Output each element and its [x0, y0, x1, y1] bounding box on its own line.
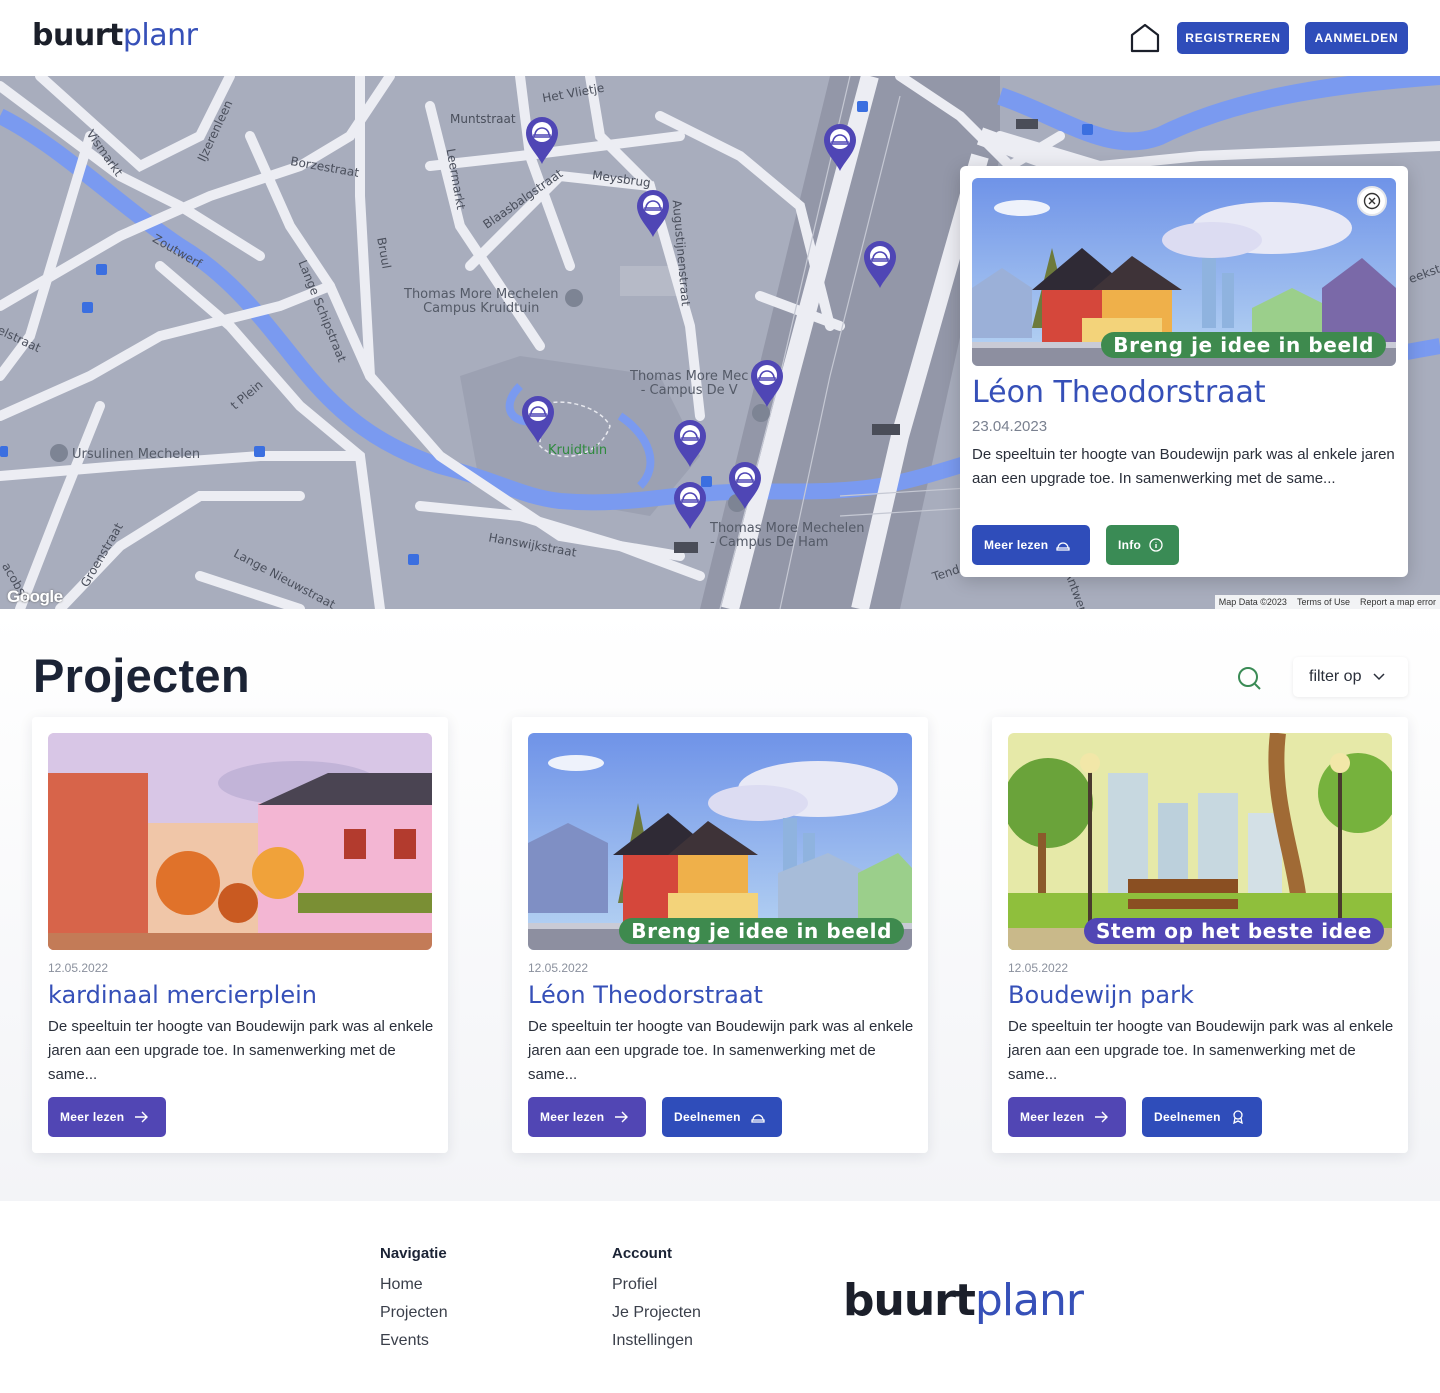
- project-title[interactable]: Léon Theodorstraat: [528, 981, 763, 1009]
- project-card[interactable]: Breng je idee in beeld 12.05.2022 Léon T…: [512, 717, 928, 1153]
- popup-date: 23.04.2023: [972, 418, 1048, 435]
- popup-title: Léon Theodorstraat: [972, 375, 1266, 410]
- arrow-right-icon: [615, 1111, 629, 1123]
- footer-heading: Navigatie: [380, 1245, 447, 1262]
- map-pin-icon[interactable]: [672, 418, 708, 468]
- project-date: 12.05.2022: [1008, 961, 1069, 975]
- school-icon: [565, 289, 583, 307]
- footer-link-my-projects[interactable]: Je Projecten: [612, 1299, 701, 1327]
- popup-text: De speeltuin ter hoogte van Boudewijn pa…: [972, 446, 1395, 487]
- terms-link[interactable]: Terms of Use: [1297, 597, 1350, 607]
- footer-account: Account Profiel Je Projecten Instellinge…: [612, 1245, 701, 1355]
- project-card[interactable]: 12.05.2022 kardinaal mercierplein De spe…: [32, 717, 448, 1153]
- close-icon: [1363, 192, 1381, 210]
- section-title: Projecten: [33, 649, 250, 702]
- search-icon[interactable]: [1236, 665, 1262, 691]
- map-pin-icon[interactable]: [822, 122, 858, 172]
- arrow-right-icon: [1095, 1111, 1109, 1123]
- poi-label: Thomas More Mechelen Campus Kruidtuin: [404, 287, 559, 316]
- arrow-right-icon: [135, 1111, 149, 1123]
- map-pin-icon[interactable]: [672, 480, 708, 530]
- project-badge: Breng je idee in beeld: [619, 918, 904, 944]
- map-pin-icon[interactable]: [727, 460, 763, 510]
- read-more-button[interactable]: Meer lezen: [1008, 1097, 1126, 1137]
- register-button[interactable]: REGISTREREN: [1177, 22, 1289, 54]
- map-pin-icon[interactable]: [520, 394, 556, 444]
- home-icon[interactable]: [1128, 22, 1162, 54]
- award-icon: [1232, 1110, 1243, 1124]
- chevron-down-icon: [1373, 673, 1385, 681]
- close-button[interactable]: [1357, 186, 1387, 216]
- poi-label: Thomas More Mechelen - Campus De Ham: [710, 521, 865, 550]
- project-title[interactable]: Boudewijn park: [1008, 981, 1194, 1009]
- project-date: 12.05.2022: [48, 961, 109, 975]
- project-title[interactable]: kardinaal mercierplein: [48, 981, 317, 1009]
- footer-heading: Account: [612, 1245, 672, 1262]
- popup-badge: Breng je idee in beeld: [1101, 332, 1386, 358]
- map-pin-icon[interactable]: [749, 358, 785, 408]
- login-button[interactable]: AANMELDEN: [1305, 22, 1408, 54]
- join-button[interactable]: Deelnemen: [662, 1097, 782, 1137]
- footer-nav: Navigatie Home Projecten Events: [380, 1245, 448, 1355]
- poi-label: Ursulinen Mechelen: [72, 447, 201, 462]
- info-icon: [1149, 538, 1163, 552]
- street-label: Muntstraat: [450, 112, 516, 126]
- popup-image: Breng je idee in beeld: [972, 178, 1396, 366]
- project-text: De speeltuin ter hoogte van Boudewijn pa…: [1008, 1018, 1394, 1083]
- project-badge: Stem op het beste idee: [1083, 918, 1384, 944]
- project-text: De speeltuin ter hoogte van Boudewijn pa…: [48, 1018, 434, 1083]
- footer-link-projects[interactable]: Projecten: [380, 1299, 448, 1327]
- footer-link-home[interactable]: Home: [380, 1271, 448, 1299]
- map-pin-icon[interactable]: [862, 239, 898, 289]
- header: buurtplanr REGISTREREN AANMELDEN: [0, 0, 1440, 76]
- project-image: Breng je idee in beeld: [528, 733, 912, 950]
- map-attribution: Map Data ©2023 Terms of Use Report a map…: [1214, 595, 1440, 609]
- project-image: Stem op het beste idee: [1008, 733, 1392, 950]
- project-image: [48, 733, 432, 950]
- footer: Navigatie Home Projecten Events Account …: [0, 1201, 1440, 1393]
- poi-label: Thomas More Mec - Campus De V: [630, 369, 749, 398]
- footer-link-settings[interactable]: Instellingen: [612, 1327, 701, 1355]
- read-more-button[interactable]: Meer lezen: [48, 1097, 166, 1137]
- footer-link-events[interactable]: Events: [380, 1327, 448, 1355]
- project-card[interactable]: Stem op het beste idee 12.05.2022 Boudew…: [992, 717, 1408, 1153]
- poi-label: Kruidtuin: [548, 443, 608, 458]
- footer-link-profile[interactable]: Profiel: [612, 1271, 701, 1299]
- join-button[interactable]: Deelnemen: [1142, 1097, 1262, 1137]
- project-date: 12.05.2022: [528, 961, 589, 975]
- read-more-button[interactable]: Meer lezen: [972, 525, 1090, 565]
- map-pin-icon[interactable]: [635, 188, 671, 238]
- map-popup: Breng je idee in beeld Léon Theodorstraa…: [960, 166, 1408, 577]
- logo[interactable]: buurtplanr: [32, 18, 198, 53]
- filter-dropdown[interactable]: filter op: [1293, 657, 1408, 697]
- report-link[interactable]: Report a map error: [1360, 597, 1436, 607]
- project-text: De speeltuin ter hoogte van Boudewijn pa…: [528, 1018, 914, 1083]
- footer-logo[interactable]: buurtplanr: [843, 1275, 1084, 1326]
- info-button[interactable]: Info: [1106, 525, 1179, 565]
- map-data: Map Data ©2023: [1218, 597, 1287, 607]
- map-pin-icon[interactable]: [524, 115, 560, 165]
- google-logo: Google: [7, 587, 63, 606]
- school-icon: [50, 444, 68, 462]
- helmet-icon: [751, 1114, 765, 1123]
- helmet-icon: [1056, 542, 1071, 551]
- read-more-button[interactable]: Meer lezen: [528, 1097, 646, 1137]
